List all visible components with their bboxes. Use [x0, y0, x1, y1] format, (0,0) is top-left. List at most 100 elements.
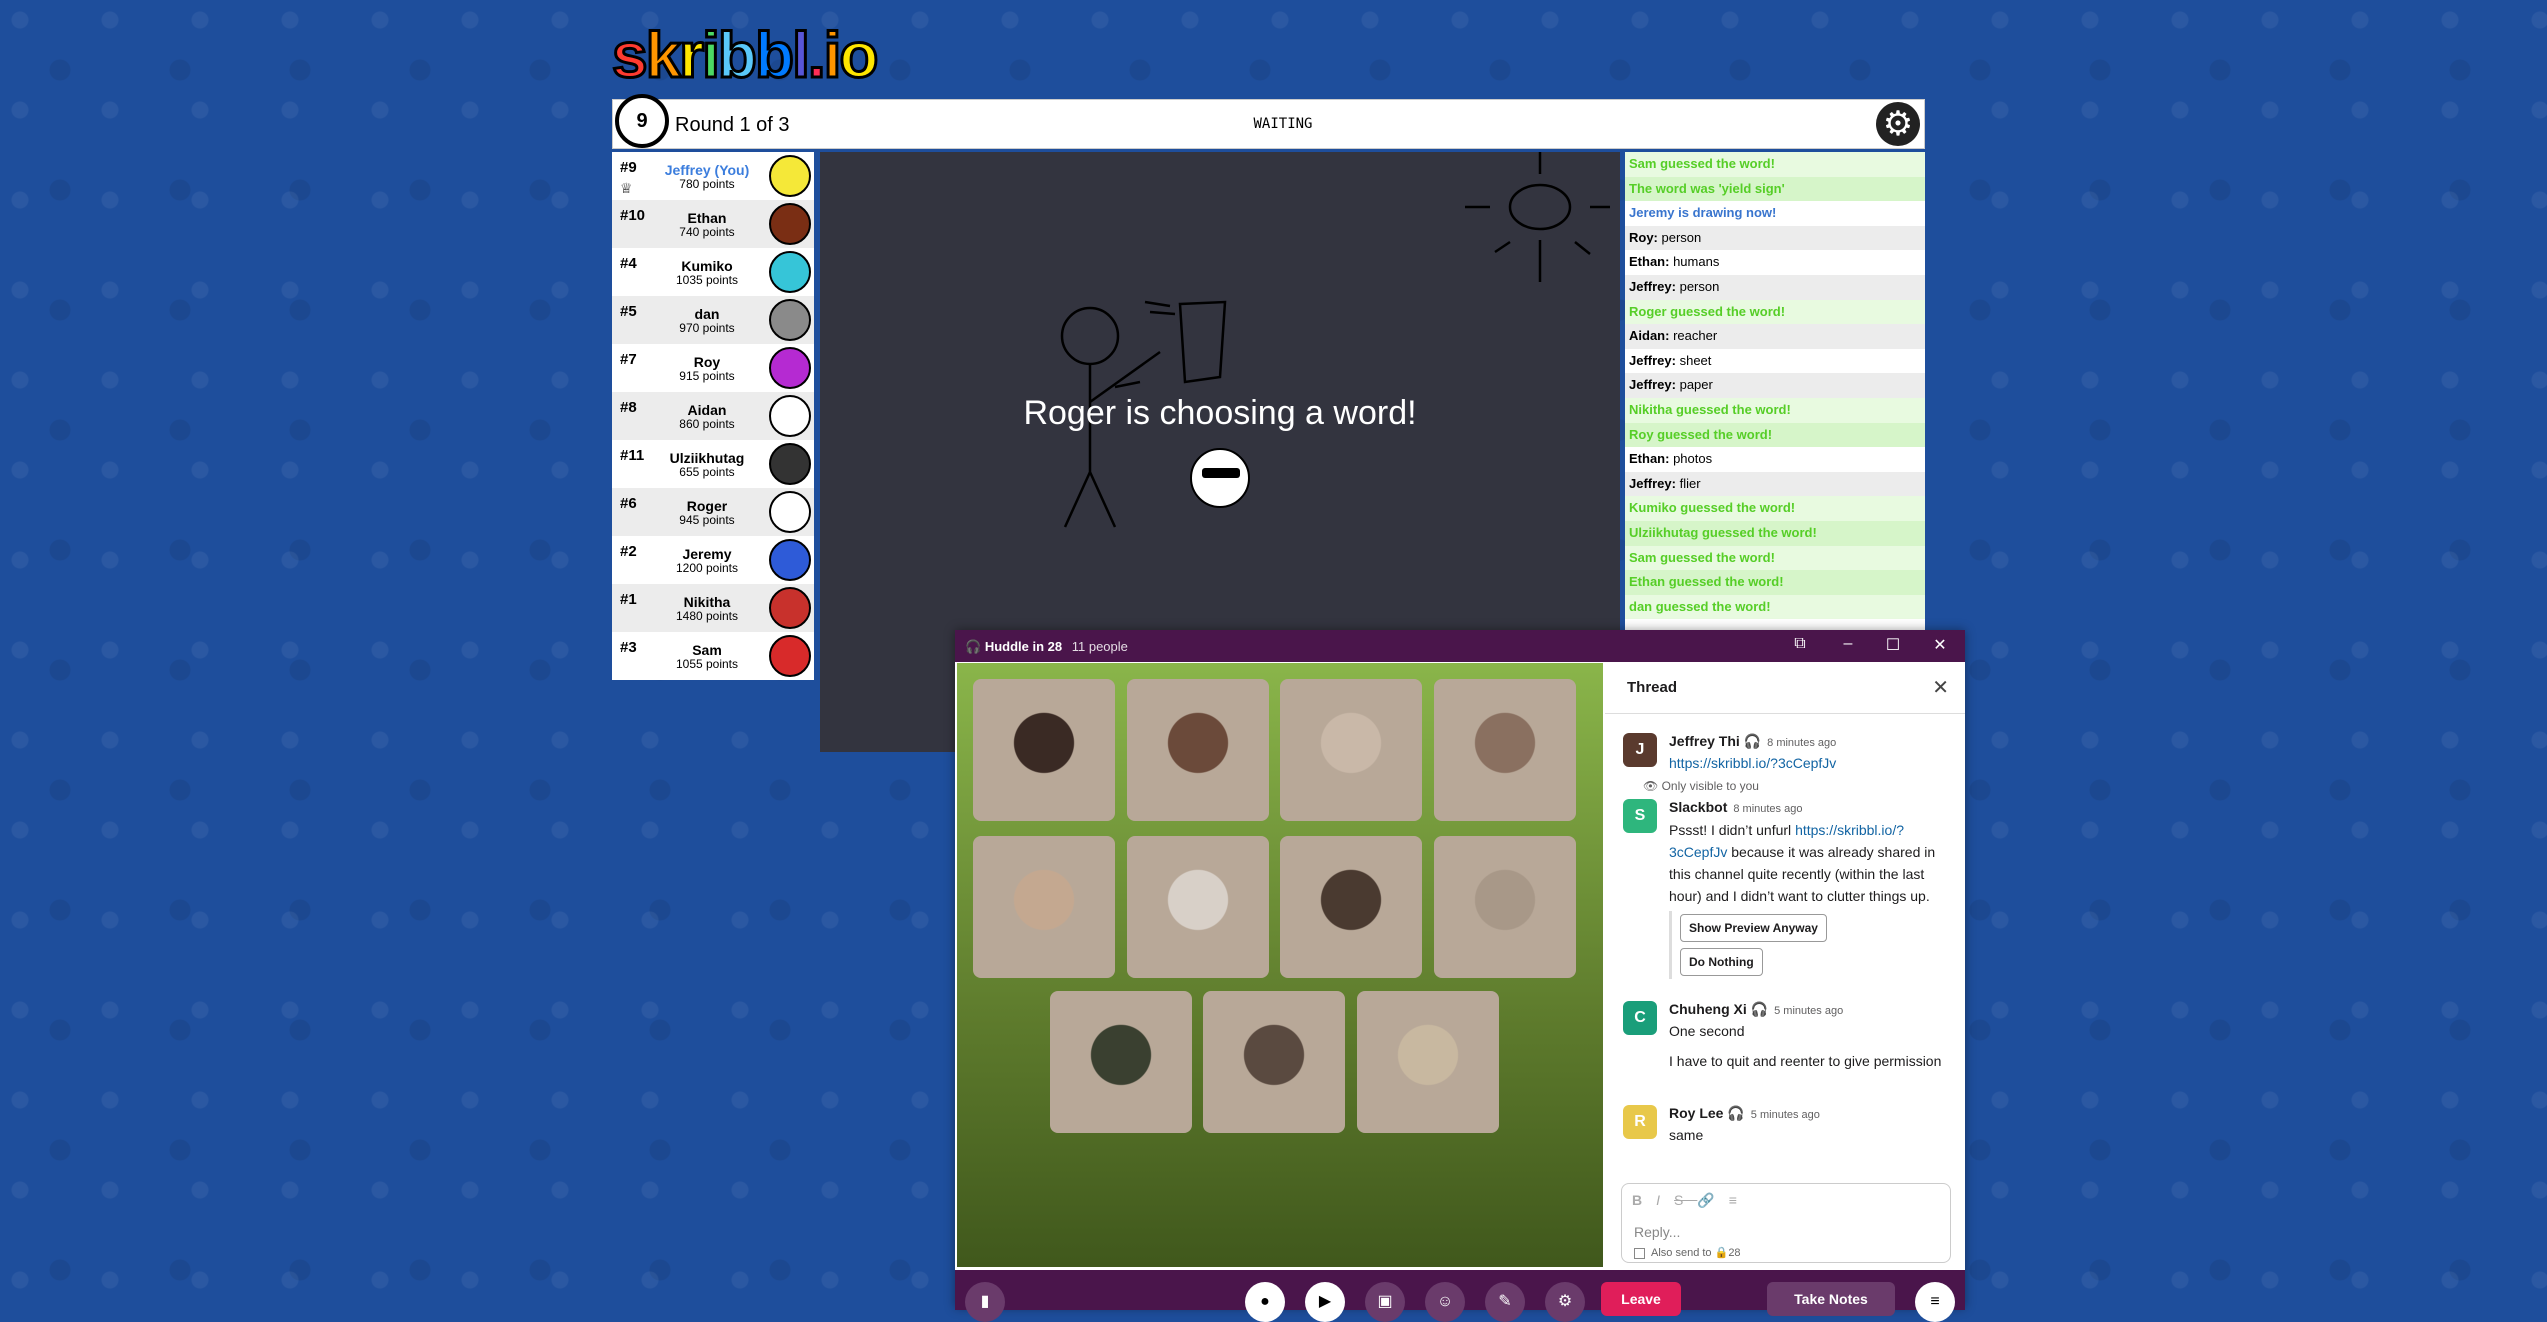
italic-icon[interactable]: I: [1656, 1192, 1674, 1208]
thread-message: R Roy Lee 🎧 5 minutes ago same: [1623, 1105, 1953, 1149]
player-row[interactable]: #10 Ethan 740 points: [612, 200, 814, 248]
chat-author: Jeffrey:: [1629, 278, 1676, 294]
avatar[interactable]: R: [1623, 1105, 1657, 1139]
chat-message: Kumiko guessed the word!: [1625, 496, 1925, 521]
player-rank: #9: [620, 159, 637, 176]
participant-video-tile[interactable]: [1203, 991, 1346, 1133]
stats-icon[interactable]: ▮: [965, 1282, 1005, 1322]
author-name[interactable]: Slackbot: [1669, 799, 1727, 815]
settings-gear-icon[interactable]: ⚙: [1876, 102, 1920, 146]
chat-text: paper: [1679, 377, 1713, 393]
player-avatar: [769, 395, 811, 437]
chat-author: Jeffrey:: [1629, 377, 1676, 393]
screen-share-icon[interactable]: ▣: [1365, 1282, 1405, 1322]
popout-icon[interactable]: ⧉: [1785, 635, 1815, 653]
chat-message: Ethan: humans: [1625, 250, 1925, 275]
chat-message: Roy: person: [1625, 225, 1925, 251]
menu-icon[interactable]: ≡: [1915, 1282, 1955, 1322]
chat-message: Jeffrey: sheet: [1625, 349, 1925, 374]
player-row[interactable]: #3 Sam 1055 points: [612, 632, 814, 680]
chat-author: Jeffrey:: [1629, 352, 1676, 368]
participant-video-tile[interactable]: [1049, 991, 1192, 1133]
participant-video-tile[interactable]: [973, 835, 1115, 978]
chat-text: person: [1661, 229, 1702, 245]
message-time[interactable]: 8 minutes ago: [1767, 737, 1836, 749]
crown-icon: ♕: [620, 180, 633, 196]
eye-icon: 👁: [1643, 779, 1659, 793]
author-name[interactable]: Jeffrey Thi: [1669, 733, 1740, 749]
strike-icon[interactable]: S: [1674, 1192, 1697, 1208]
also-send-checkbox[interactable]: [1634, 1247, 1645, 1259]
avatar[interactable]: C: [1623, 1001, 1657, 1035]
participant-video-tile[interactable]: [1433, 835, 1576, 978]
bold-icon[interactable]: B: [1632, 1192, 1656, 1208]
player-row[interactable]: #11 Ulziikhutag 655 points: [612, 440, 814, 488]
participant-video-tile[interactable]: [1433, 679, 1576, 821]
chat-message: The word was 'yield sign': [1625, 176, 1925, 202]
skribbl-logo: skribbl.io: [611, 19, 880, 92]
game-top-bar: 9 Round 1 of 3 WAITING ⚙: [612, 94, 1925, 149]
close-icon[interactable]: ✕: [1925, 635, 1955, 655]
player-points: 1055 points: [675, 657, 739, 671]
message-time[interactable]: 5 minutes ago: [1751, 1109, 1820, 1121]
reply-composer[interactable]: BIS🔗≡ Reply... Also send to 🔒28: [1621, 1183, 1951, 1263]
leave-button[interactable]: Leave: [1601, 1282, 1681, 1316]
player-avatar: [769, 203, 811, 245]
author-name[interactable]: Roy Lee: [1669, 1105, 1723, 1121]
player-name: Sam: [692, 642, 722, 658]
player-rank: #5: [620, 303, 637, 320]
player-row[interactable]: #7 Roy 915 points: [612, 344, 814, 392]
player-row[interactable]: #1 Nikitha 1480 points: [612, 584, 814, 632]
participant-video-tile[interactable]: [973, 679, 1115, 821]
player-row[interactable]: #5 dan 970 points: [612, 296, 814, 344]
chat-text: Sam guessed the word!: [1629, 549, 1775, 565]
mic-icon[interactable]: ●: [1245, 1282, 1285, 1322]
chat-author: Aidan:: [1629, 328, 1670, 344]
video-icon[interactable]: ▶: [1305, 1282, 1345, 1322]
close-thread-icon[interactable]: ✕: [1932, 675, 1949, 700]
message-time[interactable]: 5 minutes ago: [1774, 1005, 1843, 1017]
player-name: Roger: [686, 498, 728, 514]
player-points: 1200 points: [675, 561, 739, 575]
participant-video-tile[interactable]: [1126, 679, 1269, 821]
chat-text: Roger guessed the word!: [1629, 303, 1786, 319]
reply-input[interactable]: Reply...: [1634, 1224, 1680, 1240]
minimize-icon[interactable]: –: [1833, 635, 1863, 653]
emoji-icon[interactable]: ☺: [1425, 1282, 1465, 1322]
message-time[interactable]: 8 minutes ago: [1733, 803, 1802, 815]
player-points: 780 points: [679, 177, 735, 191]
message-link[interactable]: https://skribbl.io/?3cCepfJv: [1669, 752, 1954, 774]
formatting-toolbar[interactable]: BIS🔗≡: [1632, 1192, 1751, 1209]
also-send-label: Also send to: [1651, 1247, 1712, 1259]
take-notes-button[interactable]: Take Notes: [1767, 1282, 1895, 1316]
maximize-icon[interactable]: ☐: [1878, 635, 1908, 655]
player-row[interactable]: #6 Roger 945 points: [612, 488, 814, 536]
player-row[interactable]: #4 Kumiko 1035 points: [612, 248, 814, 296]
visible-note: 👁 Only visible to you: [1643, 779, 1759, 793]
avatar[interactable]: J: [1623, 733, 1657, 767]
show-preview-button[interactable]: Show Preview Anyway: [1680, 914, 1827, 942]
player-name: Roy: [693, 354, 721, 370]
player-points: 655 points: [679, 465, 735, 479]
draw-icon[interactable]: ✎: [1485, 1282, 1525, 1322]
player-avatar: [769, 443, 811, 485]
author-name[interactable]: Chuheng Xi: [1669, 1001, 1747, 1017]
thread-message: C Chuheng Xi 🎧 5 minutes ago One second I…: [1623, 1001, 1953, 1091]
participant-video-tile[interactable]: [1280, 679, 1423, 821]
participant-video-tile[interactable]: [1357, 991, 1499, 1133]
settings-icon[interactable]: ⚙: [1545, 1282, 1585, 1322]
do-nothing-button[interactable]: Do Nothing: [1680, 948, 1763, 976]
chat-text: humans: [1673, 254, 1720, 270]
list-icon[interactable]: ≡: [1729, 1192, 1751, 1208]
player-row[interactable]: #2 Jeremy 1200 points: [612, 536, 814, 584]
huddle-title: Huddle in 28: [984, 639, 1063, 654]
participant-video-tile[interactable]: [1126, 835, 1269, 978]
player-avatar: [769, 155, 811, 197]
player-avatar: [769, 299, 811, 341]
participant-video-tile[interactable]: [1280, 835, 1423, 978]
link-icon[interactable]: 🔗: [1697, 1192, 1728, 1208]
player-row[interactable]: #9 ♕ Jeffrey (You) 780 points: [612, 152, 814, 200]
chat-message: Roger guessed the word!: [1625, 299, 1925, 325]
thread-message: J Jeffrey Thi 🎧 8 minutes ago https://skr…: [1623, 733, 1953, 773]
player-row[interactable]: #8 Aidan 860 points: [612, 392, 814, 440]
